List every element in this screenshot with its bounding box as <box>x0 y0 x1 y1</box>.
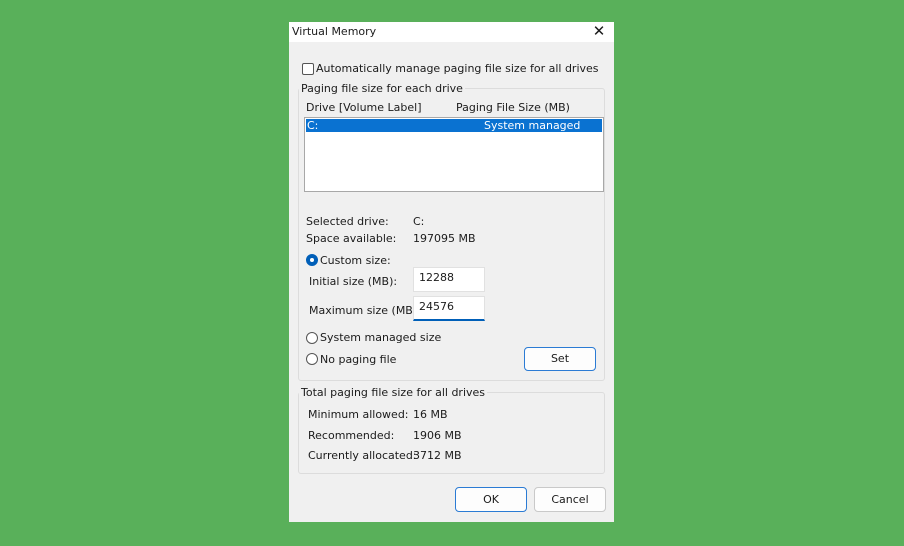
maximum-size-label: Maximum size (MB): <box>309 304 421 317</box>
column-header-size[interactable]: Paging File Size (MB) <box>456 101 570 114</box>
minimum-allowed-value: 16 MB <box>413 408 448 421</box>
drive-row-c[interactable]: C: System managed <box>306 119 602 132</box>
close-icon[interactable]: ✕ <box>588 22 610 42</box>
virtual-memory-dialog: Virtual Memory ✕ Automatically manage pa… <box>289 22 614 522</box>
per-drive-group-label: Paging file size for each drive <box>299 82 465 95</box>
drive-list[interactable]: C: System managed <box>304 117 604 192</box>
custom-size-label[interactable]: Custom size: <box>320 254 391 267</box>
column-header-drive[interactable]: Drive [Volume Label] <box>306 101 422 114</box>
minimum-allowed-label: Minimum allowed: <box>308 408 409 421</box>
system-managed-radio[interactable] <box>306 332 318 344</box>
drive-paging-size: System managed <box>484 119 581 132</box>
window-title: Virtual Memory <box>292 25 377 38</box>
initial-size-label: Initial size (MB): <box>309 275 398 288</box>
space-available-label: Space available: <box>306 232 397 245</box>
set-button[interactable]: Set <box>524 347 596 371</box>
auto-manage-checkbox[interactable] <box>302 63 314 75</box>
drive-letter: C: <box>307 119 319 132</box>
selected-drive-label: Selected drive: <box>306 215 389 228</box>
title-bar[interactable]: Virtual Memory ✕ <box>289 22 614 42</box>
selected-drive-value: C: <box>413 215 425 228</box>
currently-allocated-value: 3712 MB <box>413 449 462 462</box>
space-available-value: 197095 MB <box>413 232 476 245</box>
no-paging-label[interactable]: No paging file <box>320 353 396 366</box>
no-paging-radio[interactable] <box>306 353 318 365</box>
totals-group-label: Total paging file size for all drives <box>299 386 488 399</box>
ok-button[interactable]: OK <box>455 487 527 512</box>
recommended-label: Recommended: <box>308 429 395 442</box>
initial-size-input[interactable]: 12288 <box>413 267 485 292</box>
custom-size-radio[interactable] <box>306 254 318 266</box>
cancel-button[interactable]: Cancel <box>534 487 606 512</box>
recommended-value: 1906 MB <box>413 429 462 442</box>
auto-manage-label[interactable]: Automatically manage paging file size fo… <box>316 62 599 75</box>
system-managed-label[interactable]: System managed size <box>320 331 441 344</box>
maximum-size-input[interactable]: 24576 <box>413 296 485 321</box>
currently-allocated-label: Currently allocated: <box>308 449 417 462</box>
